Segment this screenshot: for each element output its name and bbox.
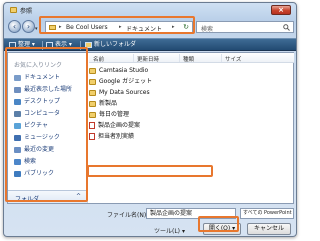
breadcrumb-highlight (39, 16, 195, 34)
filename-label: ファイル名(N): (107, 212, 149, 219)
favorite-links-heading: お気に入りリンク (14, 62, 63, 69)
sidebar-item-label: デスクトップ (24, 98, 61, 105)
file-row[interactable]: 新製品 (89, 99, 209, 109)
search-folder-icon (14, 158, 21, 165)
column-modified[interactable]: 更新日時 (137, 55, 159, 63)
close-button[interactable]: × (271, 5, 291, 15)
file-name: 毎日の管理 (99, 111, 130, 118)
organize-label: 整理 (18, 41, 31, 48)
sidebar-item[interactable]: 最近表示した場所 (14, 84, 86, 95)
history-dropdown-icon[interactable]: ▾ (35, 26, 38, 32)
tools-menu[interactable]: ツール(L) ▾ (154, 226, 185, 235)
folder-icon (10, 7, 17, 13)
file-name: Camtasia Studio (99, 67, 149, 74)
column-name[interactable]: 名前 (93, 55, 104, 63)
file-row[interactable]: 製品企画の提案 (89, 121, 209, 131)
recent-places-icon (14, 86, 21, 93)
desktop-icon (14, 98, 21, 105)
sidebar-item-label: コンピュータ (24, 110, 61, 117)
command-toolbar: 整理 ▾ 表示 ▾ 新しいフォルダ (4, 38, 296, 51)
powerpoint-file-icon (89, 122, 95, 129)
navigation-pane: お気に入りリンク ドキュメント最近表示した場所 デスクトップ コンピュータ ピクチャミ… (8, 53, 88, 203)
file-name: 担当者別実績 (98, 133, 135, 140)
sidebar-item[interactable]: デスクトップ (14, 96, 86, 107)
tools-label: ツール(L) (154, 228, 181, 235)
folder-icon (89, 78, 96, 85)
folders-label: フォルダ (15, 196, 40, 203)
open-label: 開く(O) (208, 225, 231, 232)
sidebar-item-label: 最近の変更 (24, 146, 55, 153)
column-divider (133, 54, 134, 62)
file-name: 新製品 (99, 100, 118, 107)
sidebar-item-label: ピクチャ (24, 122, 48, 129)
folder-icon (89, 89, 96, 96)
folder-icon (89, 67, 96, 74)
file-name: My Data Sources (99, 89, 150, 96)
file-open-dialog: 参照 × ‹ › ▾ ▸ Be Cool Users ▸ ドキュメント ▸ ↻ … (3, 2, 297, 237)
column-size[interactable]: サイズ (225, 55, 241, 63)
folder-icon (89, 111, 96, 118)
sidebar-item-label: 検索 (24, 158, 37, 165)
column-divider (179, 54, 180, 62)
powerpoint-file-icon (89, 133, 95, 140)
recent-changes-icon (14, 146, 21, 153)
folders-toggle[interactable]: フォルダ ^ (8, 190, 87, 203)
file-row[interactable]: My Data Sources (89, 88, 209, 98)
folder-icon (89, 100, 96, 107)
new-folder-button[interactable]: 新しいフォルダ (85, 40, 136, 50)
sidebar-item[interactable]: ミュージック (14, 132, 86, 143)
file-row[interactable]: Camtasia Studio (89, 66, 209, 76)
sidebar-item[interactable]: ドキュメント (14, 72, 86, 83)
file-type-select[interactable]: すべての PowerPoint プレゼンテー (240, 208, 294, 219)
sidebar-item[interactable]: 検索 (14, 156, 86, 167)
file-row[interactable]: Google ガジェット (89, 77, 209, 87)
column-divider (221, 54, 222, 62)
file-name: Google ガジェット (99, 78, 153, 85)
toolbar-divider (80, 41, 81, 50)
window-title: 参照 (20, 8, 33, 15)
music-icon (14, 134, 21, 141)
documents-icon (14, 74, 21, 81)
sidebar-item[interactable]: パブリック (14, 168, 86, 179)
search-input[interactable]: 検索 (196, 21, 294, 33)
views-label: 表示 (55, 41, 68, 48)
new-folder-icon (85, 41, 92, 48)
new-folder-label: 新しいフォルダ (94, 41, 137, 48)
file-row[interactable]: 毎日の管理 (89, 110, 209, 120)
open-button[interactable]: 開く(O) ▾ (203, 223, 241, 235)
toolbar-divider (42, 41, 43, 50)
sidebar-item[interactable]: コンピュータ (14, 108, 86, 119)
sidebar-item-label: パブリック (24, 170, 55, 177)
sidebar-item[interactable]: ピクチャ (14, 120, 86, 131)
back-arrow-icon[interactable]: ‹ (8, 20, 21, 33)
filename-field[interactable]: 製品企画の提案 (146, 208, 236, 219)
public-icon (14, 170, 21, 177)
sidebar-item-label: 最近表示した場所 (24, 86, 73, 93)
sidebar-item[interactable]: 最近の変更 (14, 144, 86, 155)
column-header: 名前 更新日時 種類 サイズ (89, 53, 294, 63)
dialog-footer: ファイル名(N): 製品企画の提案 すべての PowerPoint プレゼンテー… (4, 205, 296, 236)
file-row[interactable]: 担当者別実績 (89, 132, 209, 142)
search-icon[interactable] (283, 24, 290, 31)
sidebar-item-label: ミュージック (24, 134, 60, 141)
organize-button[interactable]: 整理 ▾ (9, 40, 35, 50)
pictures-icon (14, 122, 21, 129)
title-bar: 参照 × (4, 3, 296, 17)
search-placeholder: 検索 (201, 26, 214, 33)
file-name: 製品企画の提案 (98, 122, 141, 129)
forward-arrow-icon[interactable]: › (22, 20, 35, 33)
organize-icon (9, 41, 16, 48)
chevron-up-icon[interactable]: ^ (76, 193, 81, 200)
cancel-button[interactable]: キャンセル (247, 223, 291, 235)
computer-icon (14, 110, 21, 117)
views-button[interactable]: 表示 ▾ (46, 40, 72, 50)
sidebar-item-label: ドキュメント (24, 74, 61, 81)
views-icon (46, 41, 53, 48)
column-type[interactable]: 種類 (183, 55, 194, 63)
